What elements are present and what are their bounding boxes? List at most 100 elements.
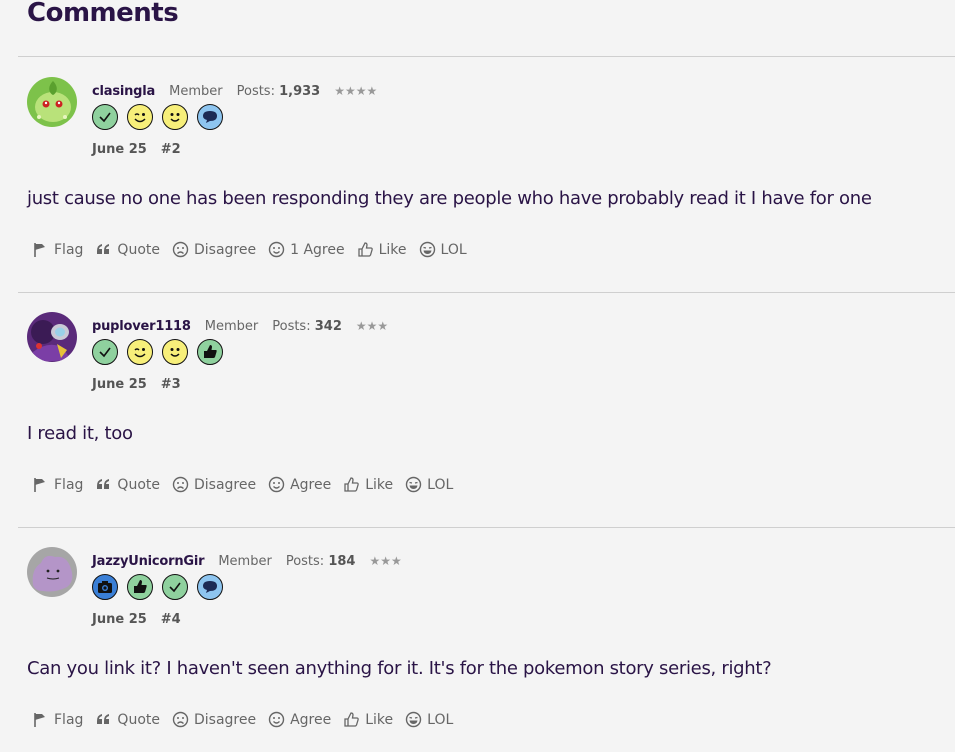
disagree-label: Disagree (193, 241, 257, 258)
posts-label: Posts: (272, 318, 311, 334)
like-button[interactable]: Like (343, 476, 393, 493)
agree-label: Agree (290, 476, 332, 493)
disagree-label: Disagree (193, 476, 257, 493)
post-count: Posts: 184 (286, 554, 356, 569)
flag-icon (34, 713, 45, 727)
post-number[interactable]: #2 (161, 142, 181, 157)
disagree-button[interactable]: Disagree (172, 711, 256, 728)
quote-icon (97, 479, 110, 489)
comment: clasingla Member Posts: 1,933 ★★★★ June … (0, 57, 955, 293)
agree-label: 1 Agree (290, 241, 345, 258)
rank-stars: ★★★ (355, 319, 389, 333)
flag-button[interactable]: Flag (32, 476, 83, 493)
smile-icon[interactable] (162, 104, 188, 130)
quote-button[interactable]: Quote (95, 241, 160, 258)
post-date[interactable]: June 25 (92, 612, 147, 627)
like-button[interactable]: Like (357, 241, 407, 258)
post-count: Posts: 1,933 (237, 84, 321, 99)
flag-label: Flag (54, 711, 84, 728)
lol-label: LOL (427, 476, 454, 493)
wink-icon[interactable] (127, 104, 153, 130)
thumbs-up-icon (357, 242, 373, 257)
post-meta: June 25 #4 (92, 612, 181, 627)
speech-bubble-icon[interactable] (197, 104, 223, 130)
quote-label: Quote (117, 476, 160, 493)
lol-button[interactable]: LOL (405, 711, 453, 728)
quote-label: Quote (117, 711, 160, 728)
agree-label: Agree (290, 711, 332, 728)
lol-button[interactable]: LOL (419, 241, 467, 258)
action-bar: Flag Quote Disagree Agree Like LOL (32, 711, 465, 728)
avatar[interactable] (27, 312, 77, 362)
disagree-button[interactable]: Disagree (172, 476, 256, 493)
flag-label: Flag (54, 476, 84, 493)
disagree-label: Disagree (193, 711, 257, 728)
smile-icon (268, 241, 285, 258)
action-bar: Flag Quote Disagree Agree Like LOL (32, 476, 465, 493)
rank-stars: ★★★★ (334, 84, 378, 98)
quote-icon (97, 244, 110, 254)
thumbs-up-icon[interactable] (197, 339, 223, 365)
comment-body: Can you link it? I haven't seen anything… (27, 658, 772, 679)
frown-icon (172, 241, 189, 258)
comment: puplover1118 Member Posts: 342 ★★★ June … (0, 292, 955, 528)
page-title: Comments (27, 0, 179, 28)
avatar[interactable] (27, 77, 77, 127)
user-role: Member (218, 553, 272, 569)
quote-button[interactable]: Quote (95, 476, 160, 493)
like-label: Like (365, 711, 394, 728)
posts-value: 184 (328, 553, 356, 569)
user-role: Member (204, 318, 259, 334)
flag-button[interactable]: Flag (32, 241, 83, 258)
laugh-icon (405, 711, 422, 728)
like-label: Like (378, 241, 407, 258)
smile-icon (268, 476, 285, 493)
username[interactable]: clasingla (92, 84, 155, 99)
posts-value: 342 (314, 318, 342, 334)
check-icon[interactable] (92, 339, 118, 365)
thumbs-up-icon (344, 712, 360, 727)
posts-label: Posts: (236, 83, 275, 99)
comment-body: just cause no one has been responding th… (27, 188, 872, 209)
like-button[interactable]: Like (343, 711, 393, 728)
quote-label: Quote (117, 241, 160, 258)
agree-button[interactable]: 1 Agree (268, 241, 345, 258)
agree-button[interactable]: Agree (268, 476, 331, 493)
rank-stars: ★★★ (369, 554, 402, 568)
username[interactable]: JazzyUnicornGir (92, 554, 205, 569)
flag-label: Flag (54, 241, 84, 258)
laugh-icon (419, 241, 435, 258)
thumbs-up-icon[interactable] (127, 574, 153, 600)
frown-icon (172, 476, 189, 493)
badge-row (92, 339, 223, 365)
post-count: Posts: 342 (272, 319, 342, 334)
disagree-button[interactable]: Disagree (172, 241, 256, 258)
speech-bubble-icon[interactable] (197, 574, 223, 600)
post-date[interactable]: June 25 (92, 377, 147, 392)
user-role: Member (169, 83, 223, 99)
avatar[interactable] (27, 547, 77, 597)
check-icon[interactable] (92, 104, 118, 130)
action-bar: Flag Quote Disagree 1 Agree Like LOL (32, 241, 479, 258)
post-date[interactable]: June 25 (92, 142, 147, 157)
posts-label: Posts: (285, 553, 325, 569)
smile-icon[interactable] (162, 339, 188, 365)
flag-icon (34, 243, 45, 257)
comment: JazzyUnicornGir Member Posts: 184 ★★★ Ju… (0, 527, 955, 752)
lol-label: LOL (427, 711, 454, 728)
wink-icon[interactable] (127, 339, 153, 365)
check-icon[interactable] (162, 574, 188, 600)
laugh-icon (405, 476, 422, 493)
username[interactable]: puplover1118 (92, 319, 191, 334)
post-meta: June 25 #3 (92, 377, 181, 392)
flag-button[interactable]: Flag (32, 711, 83, 728)
camera-icon[interactable] (92, 574, 118, 600)
lol-label: LOL (440, 241, 467, 258)
smile-icon (268, 711, 285, 728)
post-number[interactable]: #4 (161, 612, 181, 627)
quote-button[interactable]: Quote (95, 711, 160, 728)
post-number[interactable]: #3 (161, 377, 181, 392)
agree-button[interactable]: Agree (268, 711, 331, 728)
lol-button[interactable]: LOL (405, 476, 453, 493)
post-meta: June 25 #2 (92, 142, 181, 157)
